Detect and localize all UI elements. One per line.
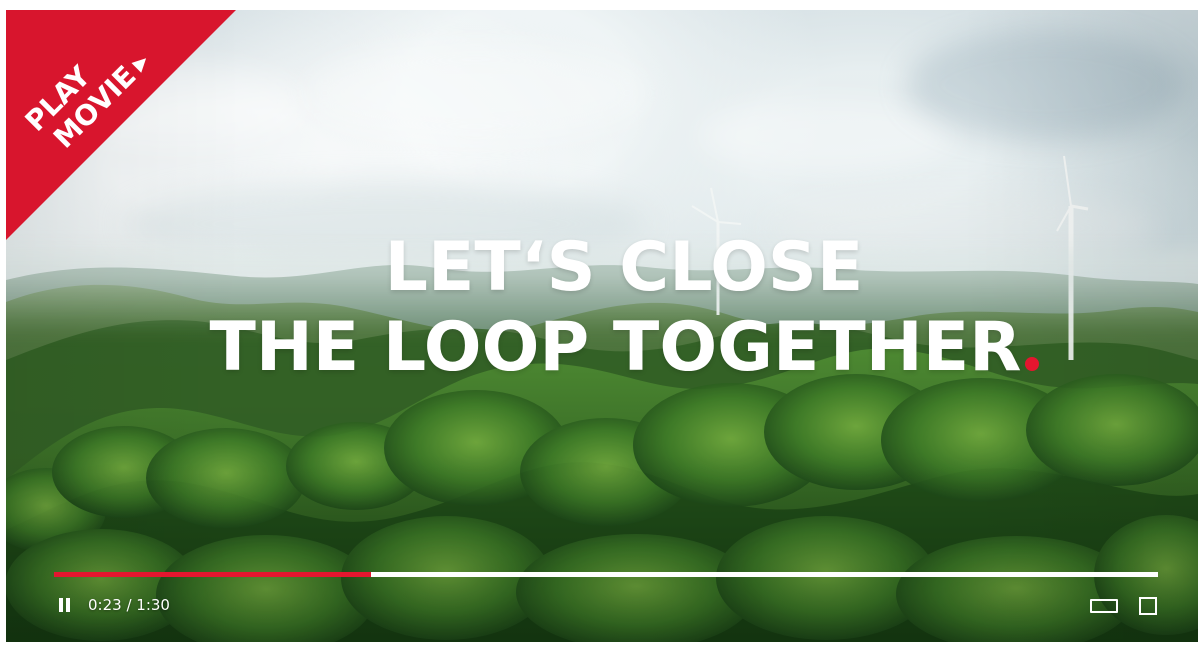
video-title-line: LET‘S CLOSE [384,228,864,307]
pause-icon [59,598,63,612]
video-title-line-text: THE LOOP TOGETHER [209,308,1022,387]
video-title: LET‘S CLOSE THE LOOP TOGETHER [154,228,1094,388]
fullscreen-icon [1148,597,1157,606]
video-title-line: THE LOOP TOGETHER [154,308,1094,388]
fullscreen-button[interactable] [1137,595,1159,617]
pause-button[interactable] [56,596,74,616]
video-controls: 0:23 / 1:30 [54,568,1158,616]
progress-fill [54,572,371,577]
fullscreen-icon [1148,606,1157,615]
progress-bar[interactable] [54,572,1158,577]
video-player[interactable]: LET‘S CLOSE THE LOOP TOGETHER PLAY MOVIE… [6,10,1198,642]
time-readout: 0:23 / 1:30 [88,596,170,614]
play-movie-button[interactable] [6,10,236,240]
theater-mode-button[interactable] [1090,598,1122,616]
fullscreen-icon [1139,597,1148,606]
red-dot-icon [1024,357,1039,371]
fullscreen-icon [1139,606,1148,615]
pause-icon [66,598,70,612]
